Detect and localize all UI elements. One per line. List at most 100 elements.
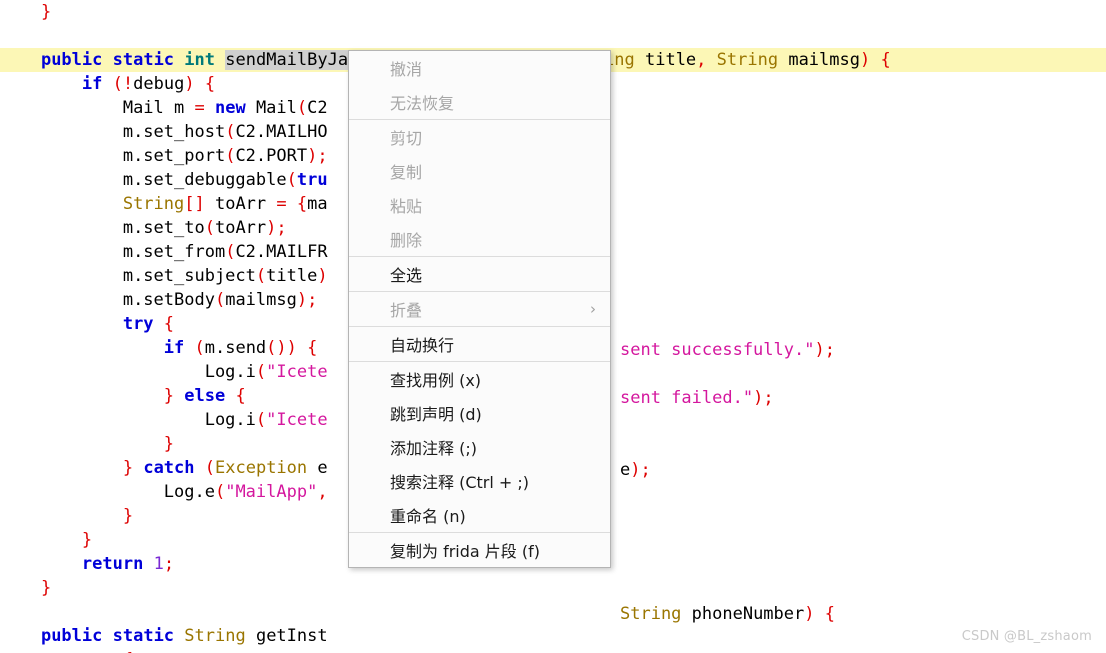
code-token: "Icete (266, 362, 328, 382)
code-token: ( (255, 410, 267, 430)
code-token: String (716, 50, 779, 70)
code-fragment[interactable]: e); (620, 458, 651, 482)
code-token: } (163, 386, 175, 406)
code-token: m.set_to (122, 218, 205, 238)
menu-item-撤消: 撤消 (349, 51, 610, 85)
code-token: 1 (153, 554, 164, 574)
code-fragment[interactable]: sent successfully."); (620, 338, 835, 362)
code-token: } (40, 2, 52, 22)
menu-item-全选[interactable]: 全选 (349, 257, 610, 291)
menu-item-剪切: 剪切 (349, 120, 610, 154)
code-token: getInst (245, 626, 328, 646)
menu-item-label: 剪切 (390, 129, 423, 148)
context-menu-group: 撤消无法恢复 (349, 51, 610, 119)
code-token: ) (859, 50, 871, 70)
menu-item-搜索注释-(Ctrl-+-;)[interactable]: 搜索注释 (Ctrl + ;) (349, 464, 610, 498)
code-token: = (194, 98, 205, 118)
code-token: () (266, 338, 287, 358)
code-token: m.setBody (122, 290, 215, 310)
code-token: return (81, 554, 144, 574)
menu-item-label: 跳到声明 (d) (390, 405, 482, 424)
code-line[interactable]: try { (0, 648, 1106, 653)
code-token: ) (184, 74, 195, 94)
code-line[interactable]: } (0, 0, 1106, 24)
context-menu-group: 剪切 复制 粘贴 删除 (349, 119, 610, 256)
code-token: String (122, 194, 185, 214)
code-token: ! (122, 74, 134, 94)
context-menu-group: 查找用例 (x) 跳到声明 (d) 添加注释 (;) 搜索注释 (Ctrl + ;) 重… (349, 361, 610, 532)
code-token: , (317, 482, 328, 502)
menu-item-label: 删除 (390, 231, 423, 250)
context-menu[interactable]: 撤消 无法恢复 剪切 复制 粘贴 删除 全选 折叠 › 自动换行 查找用例 (x) 跳到声明 (d) 添… (348, 50, 611, 568)
menu-item-删除: 删除 (349, 222, 610, 256)
code-token: mailmsg (778, 50, 860, 70)
code-token: public (40, 626, 103, 646)
code-token: ; (307, 290, 318, 310)
code-token: C2.MAILFR (235, 242, 328, 262)
menu-item-查找用例-(x)[interactable]: 查找用例 (x) (349, 362, 610, 396)
code-token: new (214, 98, 246, 118)
code-fragment[interactable]: String phoneNumber) { (620, 602, 835, 626)
menu-item-label: 自动换行 (390, 336, 455, 355)
code-token: "MailApp" (225, 482, 318, 502)
menu-item-添加注释-(;)[interactable]: 添加注释 (;) (349, 430, 610, 464)
code-token: ; (824, 340, 835, 360)
menu-item-复制为-frida-片段-(f)[interactable]: 复制为 frida 片段 (f) (349, 533, 610, 567)
code-line[interactable]: } (0, 576, 1106, 600)
code-token: ; (276, 218, 287, 238)
code-line[interactable] (0, 600, 1106, 624)
code-token: ( (204, 458, 216, 478)
code-line[interactable]: public static String getInst (0, 624, 1106, 648)
chevron-right-icon: › (590, 299, 596, 318)
menu-item-label: 查找用例 (x) (390, 371, 482, 390)
editor-window: } public static int sendMailByJavaMail(S… (0, 0, 1106, 653)
code-token: } (81, 530, 93, 550)
code-token: = (276, 194, 287, 214)
menu-item-跳到声明-(d)[interactable]: 跳到声明 (d) (349, 396, 610, 430)
code-token: "Icete (266, 410, 328, 430)
code-token: Log.i (204, 362, 256, 382)
code-token: } (40, 578, 52, 598)
code-token: tru (296, 170, 328, 190)
code-token: ) (814, 340, 825, 360)
menu-item-重命名-(n)[interactable]: 重命名 (n) (349, 498, 610, 532)
code-token: static (112, 626, 175, 646)
menu-item-粘贴: 粘贴 (349, 188, 610, 222)
code-token: Exception (215, 458, 308, 478)
code-line[interactable] (0, 24, 1106, 48)
code-token: m.send (204, 338, 267, 358)
code-token: Log.e (163, 482, 215, 502)
menu-item-label: 粘贴 (390, 197, 423, 216)
code-token: ) (317, 266, 328, 286)
code-token: ) (307, 146, 318, 166)
code-fragment[interactable]: sent failed."); (620, 386, 774, 410)
code-token: sent successfully." (620, 340, 815, 360)
menu-item-label: 无法恢复 (390, 94, 455, 113)
code-token: if (163, 338, 185, 358)
code-token: m.set_host (122, 122, 226, 142)
menu-item-自动换行[interactable]: 自动换行 (349, 327, 610, 361)
code-token: ( (255, 266, 267, 286)
